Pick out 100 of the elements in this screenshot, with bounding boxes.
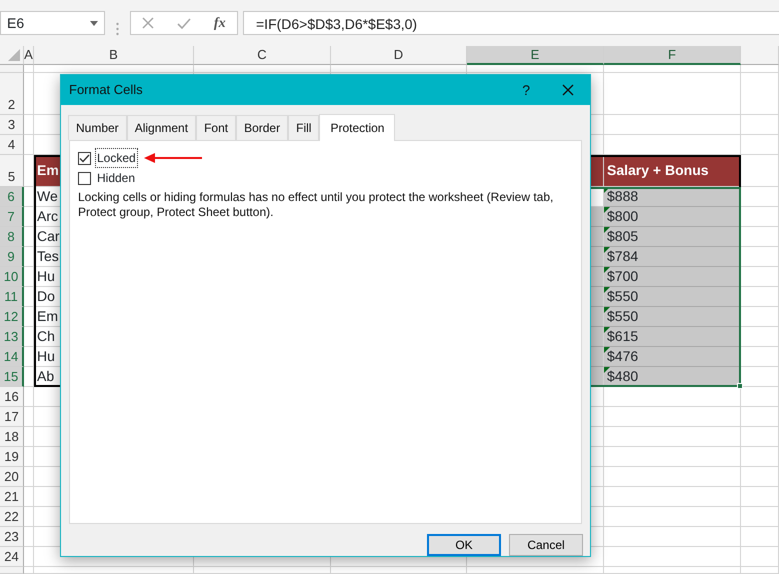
empty-cell[interactable] (604, 527, 741, 547)
close-icon[interactable] (562, 84, 574, 96)
empty-cell[interactable] (741, 427, 779, 447)
row-header[interactable]: 21 (0, 487, 24, 507)
row-header[interactable]: 2 (0, 73, 24, 115)
empty-cell[interactable] (604, 467, 741, 487)
row-header[interactable]: 13 (0, 327, 24, 347)
column-header[interactable]: E (467, 46, 604, 65)
column-header[interactable]: F (604, 46, 741, 65)
empty-cell[interactable] (741, 507, 779, 527)
row-header[interactable]: 3 (0, 115, 24, 135)
empty-cell[interactable] (741, 65, 779, 73)
empty-cell[interactable] (331, 65, 467, 73)
checkbox-label[interactable]: Locked (95, 148, 138, 168)
empty-cell[interactable] (604, 73, 741, 115)
empty-cell[interactable] (604, 447, 741, 467)
cancel-icon[interactable] (142, 17, 154, 29)
ok-button[interactable]: OK (427, 534, 501, 556)
row-header[interactable]: 19 (0, 447, 24, 467)
name-box[interactable]: E6 (0, 11, 105, 35)
check-icon[interactable] (177, 18, 192, 28)
empty-cell[interactable] (24, 135, 34, 155)
empty-cell[interactable] (604, 65, 741, 73)
column-header[interactable]: C (194, 46, 331, 65)
tab[interactable]: Font (196, 115, 236, 140)
empty-cell[interactable] (194, 65, 331, 73)
tab[interactable]: Number (68, 115, 127, 140)
empty-cell[interactable] (604, 507, 741, 527)
checkbox[interactable] (78, 152, 91, 164)
empty-cell[interactable] (24, 387, 34, 407)
column-header[interactable]: A (24, 46, 34, 65)
empty-cell[interactable] (604, 407, 741, 427)
row-header[interactable]: 22 (0, 507, 24, 527)
row-header[interactable]: 16 (0, 387, 24, 407)
empty-cell[interactable] (467, 567, 604, 574)
empty-cell[interactable] (24, 287, 34, 307)
empty-cell[interactable] (24, 187, 34, 207)
help-button[interactable]: ? (514, 80, 538, 100)
empty-cell[interactable] (24, 447, 34, 467)
checkbox[interactable] (78, 172, 91, 184)
tab[interactable]: Protection (319, 114, 396, 141)
empty-cell[interactable] (34, 65, 194, 73)
empty-cell[interactable] (741, 527, 779, 547)
empty-cell[interactable] (34, 567, 194, 574)
empty-cell[interactable] (741, 407, 779, 427)
row-header[interactable]: 14 (0, 347, 24, 367)
row-header[interactable]: 17 (0, 407, 24, 427)
checkbox-label[interactable]: Hidden (95, 168, 138, 188)
row-header[interactable] (0, 65, 24, 73)
empty-cell[interactable] (24, 407, 34, 427)
column-header[interactable] (741, 46, 779, 65)
empty-cell[interactable] (24, 467, 34, 487)
empty-cell[interactable] (604, 135, 741, 155)
empty-cell[interactable] (24, 307, 34, 327)
column-header[interactable]: B (34, 46, 194, 65)
empty-cell[interactable] (741, 73, 779, 115)
empty-cell[interactable] (741, 487, 779, 507)
row-header[interactable]: 6 (0, 187, 24, 207)
empty-cell[interactable] (24, 347, 34, 367)
empty-cell[interactable] (604, 387, 741, 407)
row-header[interactable]: 20 (0, 467, 24, 487)
row-header[interactable]: 8 (0, 227, 24, 247)
empty-cell[interactable] (741, 135, 779, 155)
row-header[interactable] (0, 567, 24, 574)
empty-cell[interactable] (604, 427, 741, 447)
empty-cell[interactable] (24, 427, 34, 447)
select-all-icon[interactable] (8, 49, 20, 61)
empty-cell[interactable] (24, 487, 34, 507)
empty-cell[interactable] (604, 547, 741, 567)
tab[interactable]: Alignment (126, 115, 196, 140)
row-header[interactable]: 24 (0, 547, 24, 567)
empty-cell[interactable] (604, 567, 741, 574)
empty-cell[interactable] (24, 73, 34, 115)
empty-cell[interactable] (741, 547, 779, 567)
row-header[interactable]: 15 (0, 367, 24, 387)
empty-cell[interactable] (24, 267, 34, 287)
row-header[interactable]: 10 (0, 267, 24, 287)
empty-cell[interactable] (24, 507, 34, 527)
row-header[interactable]: 18 (0, 427, 24, 447)
empty-cell[interactable] (467, 65, 604, 73)
empty-cell[interactable] (194, 567, 331, 574)
empty-cell[interactable] (24, 367, 34, 387)
column-header[interactable]: D (331, 46, 467, 65)
row-header[interactable]: 11 (0, 287, 24, 307)
row-header[interactable]: 7 (0, 207, 24, 227)
tab[interactable]: Fill (288, 115, 320, 140)
formula-field[interactable]: =IF(D6>$D$3,D6*$E$3,0) (243, 11, 779, 35)
row-header[interactable]: 5 (0, 155, 24, 187)
row-header[interactable]: 23 (0, 527, 24, 547)
empty-cell[interactable] (741, 467, 779, 487)
tab[interactable]: Border (236, 115, 288, 140)
empty-cell[interactable] (331, 567, 467, 574)
fill-handle[interactable] (737, 383, 743, 389)
insert-function-button[interactable]: fx (214, 12, 226, 34)
row-header[interactable]: 9 (0, 247, 24, 267)
empty-cell[interactable] (24, 227, 34, 247)
empty-cell[interactable] (24, 527, 34, 547)
row-header[interactable]: 12 (0, 307, 24, 327)
empty-cell[interactable] (604, 487, 741, 507)
empty-cell[interactable] (24, 155, 34, 187)
